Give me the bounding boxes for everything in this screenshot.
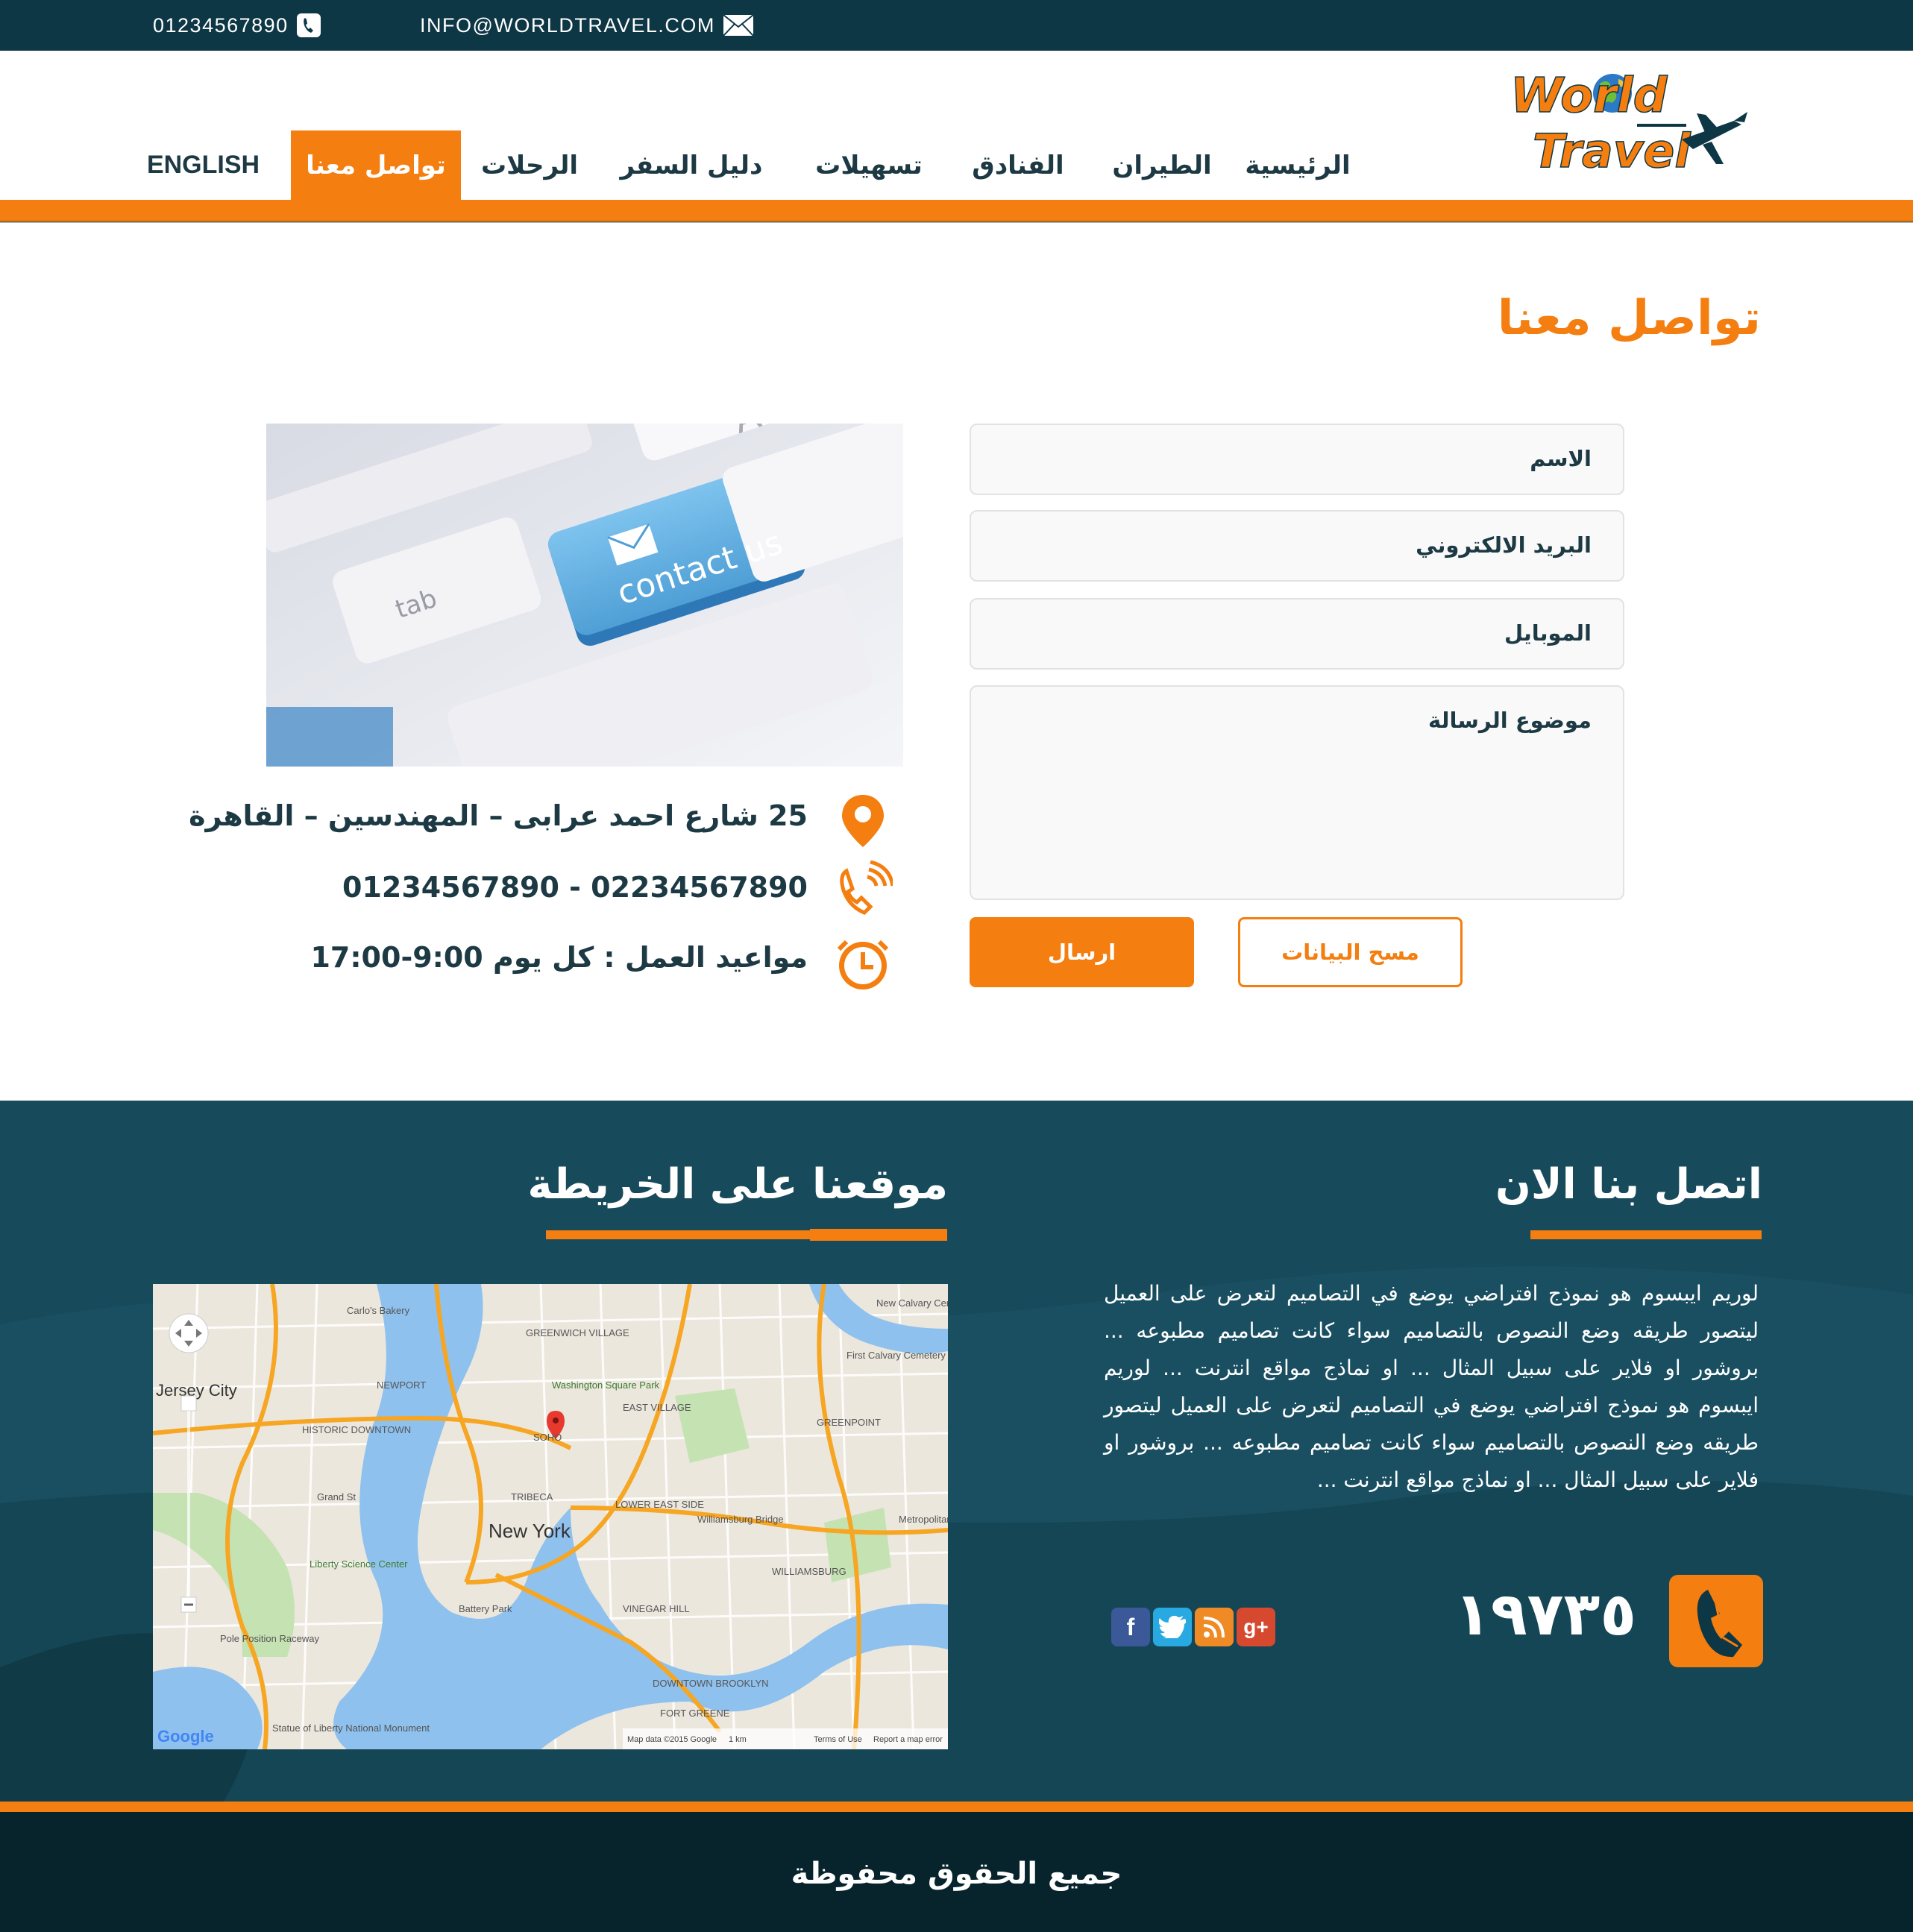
nav-trips[interactable]: الرحلات [470,130,589,200]
clock-icon [833,934,893,994]
phone-icon [296,13,321,38]
nav-english[interactable]: ENGLISH [142,130,265,200]
nav-bar-shadow [0,221,1913,223]
map-label-les: LOWER EAST SIDE [615,1499,704,1510]
nav-contact[interactable]: تواصل معنا [291,130,461,200]
map-label-east-village: EAST VILLAGE [623,1402,691,1413]
map-pan-control[interactable] [169,1313,209,1353]
map-label-statue: Statue of Liberty National Monument [272,1722,430,1734]
map-label-liberty-sc: Liberty Science Center [310,1558,408,1570]
message-placeholder: موضوع الرسالة [1427,708,1592,733]
clear-button[interactable]: مسح البيانات [1238,917,1463,987]
logo-word-1: World [1510,69,1668,124]
phone-ring-icon [833,860,895,920]
email-field[interactable]: البريد الالكتروني [970,510,1624,582]
twitter-icon[interactable] [1153,1608,1192,1646]
map-label-williamsburg-bridge: Williamsburg Bridge [697,1514,784,1525]
call-us-underline [1530,1230,1762,1239]
map-label-metropolitan: Metropolitan [899,1514,948,1525]
google-plus-icon[interactable]: g+ [1237,1608,1275,1646]
facebook-icon[interactable]: f [1111,1608,1150,1646]
map-label-historic: HISTORIC DOWNTOWN [302,1424,411,1435]
top-phone-text: 01234567890 [153,13,289,37]
message-field[interactable]: موضوع الرسالة [970,685,1624,900]
map-label-raceway: Pole Position Raceway [220,1633,319,1644]
send-button[interactable]: ارسال [970,917,1194,987]
name-placeholder: الاسم [1530,446,1592,471]
map-label-soho: SOHO [533,1432,562,1443]
nav-home[interactable]: الرئيسية [1223,130,1372,200]
map-report-link[interactable]: Report a map error [873,1735,943,1744]
map-scale: 1 km [729,1735,747,1744]
map-attribution: Map data ©2015 Google [627,1735,717,1744]
mobile-placeholder: الموبايل [1504,620,1592,646]
map-label-greenpoint: GREENPOINT [817,1417,881,1428]
contact-us-keyboard-image: tab A contact us [266,424,903,767]
nav-flights[interactable]: الطيران [1102,130,1222,200]
address-text: 25 شارع احمد عرابى – المهندسين – القاهرة [189,799,808,832]
call-us-description: لوريم ايبسوم هو نموذج افتراضي يوضع في ال… [1104,1281,1759,1492]
top-email[interactable]: INFO@WORLDTRAVEL.COM [420,10,754,40]
map-title-underline-accent [810,1229,947,1241]
nav-facilities[interactable]: تسهيلات [798,130,940,200]
map-label-fort-greene: FORT GREENE [660,1708,730,1719]
email-placeholder: البريد الالكتروني [1416,532,1592,558]
hours-text: مواعيد العمل : كل يوم 9:00-17:00 [310,941,808,974]
map-label-first-calvary: First Calvary Cemetery [846,1350,946,1361]
map-label-tribeca: TRIBECA [511,1491,553,1503]
logo[interactable]: World Travel [1510,68,1749,192]
map-label-williamsburg: WILLIAMSBURG [772,1566,846,1577]
map-label-greenwich: GREENWICH VILLAGE [526,1327,629,1338]
map-label-newport: NEWPORT [377,1379,426,1391]
location-pin-icon [833,790,893,850]
top-email-text: INFO@WORLDTRAVEL.COM [420,13,715,37]
logo-word-2: Travel [1533,124,1691,178]
top-bar: 01234567890 INFO@WORLDTRAVEL.COM [0,0,1913,51]
top-phone[interactable]: 01234567890 [153,10,321,40]
map-label-vinegar-hill: VINEGAR HILL [623,1603,690,1614]
map-label-grand-st: Grand St [317,1491,356,1503]
nav-underline-bar [0,200,1913,222]
copyright-text: جميع الحقوق محفوظة [791,1857,1122,1891]
map-label-downtown-brooklyn: DOWNTOWN BROOKLYN [653,1678,769,1689]
name-field[interactable]: الاسم [970,424,1624,495]
map-label-washington-sq: Washington Square Park [552,1379,660,1391]
rss-icon[interactable] [1195,1608,1234,1646]
call-us-title: اتصل بنا الان [1495,1160,1762,1209]
map-city-label: New York [489,1520,571,1542]
footer-accent-line [0,1802,1913,1812]
nav-travel-guide[interactable]: دليل السفر [613,130,770,200]
hotline-number: ١٩٧٣٥ [1454,1579,1637,1649]
map-label-battery-park: Battery Park [459,1603,512,1614]
map-terms-link[interactable]: Terms of Use [814,1735,862,1744]
phones-text: 02234567890 - 01234567890 [342,871,808,904]
google-logo: Google [157,1727,214,1746]
location-map[interactable]: Carlo's Bakery NEWPORT HISTORIC DOWNTOWN… [153,1284,948,1749]
page-title: تواصل معنا [1497,291,1761,346]
mobile-field[interactable]: الموبايل [970,598,1624,670]
map-title: موقعنا على الخريطة [527,1160,948,1209]
map-label-new-calvary: New Calvary Cem [876,1297,948,1309]
mail-icon [723,14,754,37]
hotline-phone-icon[interactable] [1669,1575,1763,1667]
nav-hotels[interactable]: الفنادق [962,130,1074,200]
map-label-carlos: Carlo's Bakery [347,1305,410,1316]
